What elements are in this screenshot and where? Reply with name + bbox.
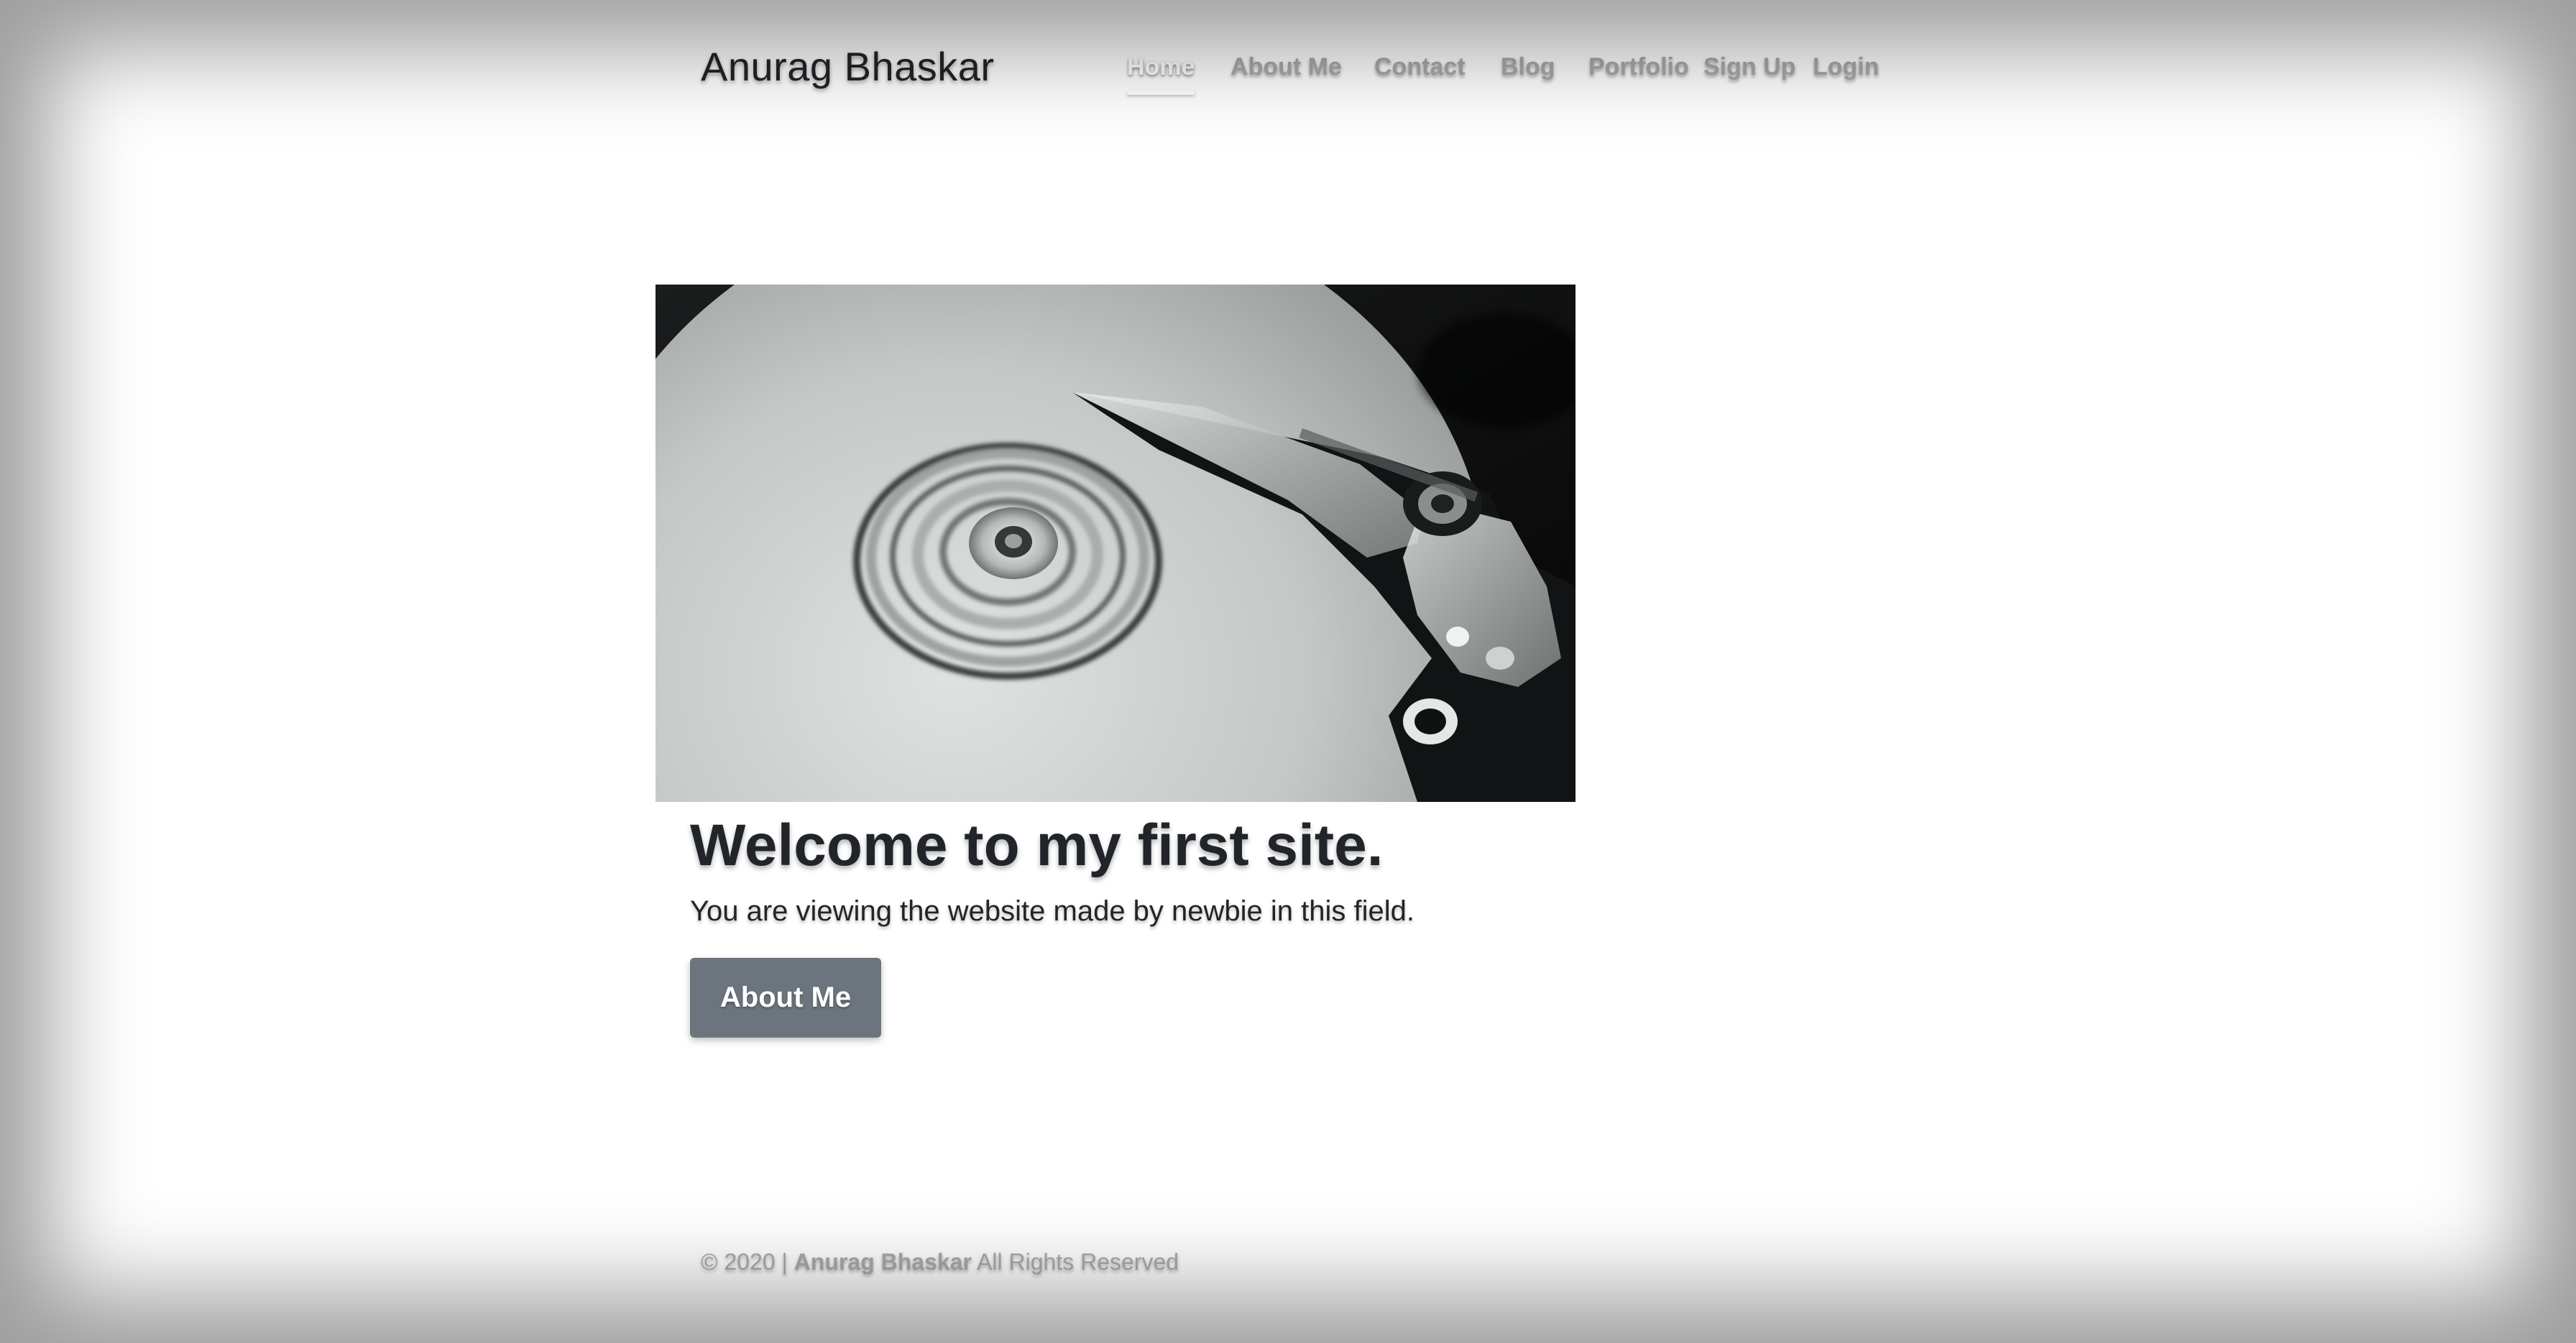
footer: © 2020 | Anurag Bhaskar All Rights Reser… [701, 1249, 1179, 1275]
footer-owner: Anurag Bhaskar [794, 1249, 972, 1275]
nav-item-blog[interactable]: Blog [1501, 53, 1555, 81]
hero-lead: You are viewing the website made by newb… [690, 895, 1415, 927]
hero-headline: Welcome to my first site. [690, 813, 1384, 878]
hero-image [656, 285, 1576, 802]
nav-item-about-me[interactable]: About Me [1230, 53, 1342, 81]
nav-item-login[interactable]: Login [1813, 53, 1880, 81]
nav-item-portfolio[interactable]: Portfolio [1588, 53, 1689, 81]
footer-rights: All Rights Reserved [977, 1249, 1179, 1275]
nav-item-contact[interactable]: Contact [1374, 53, 1466, 81]
page: Anurag Bhaskar Home About Me Contact Blo… [0, 0, 2576, 1343]
nav-item-sign-up[interactable]: Sign Up [1703, 53, 1795, 81]
about-me-button[interactable]: About Me [690, 958, 881, 1038]
footer-copyright: © 2020 | [701, 1249, 788, 1275]
nav-item-home[interactable]: Home [1127, 53, 1195, 95]
site-brand[interactable]: Anurag Bhaskar [701, 43, 995, 90]
